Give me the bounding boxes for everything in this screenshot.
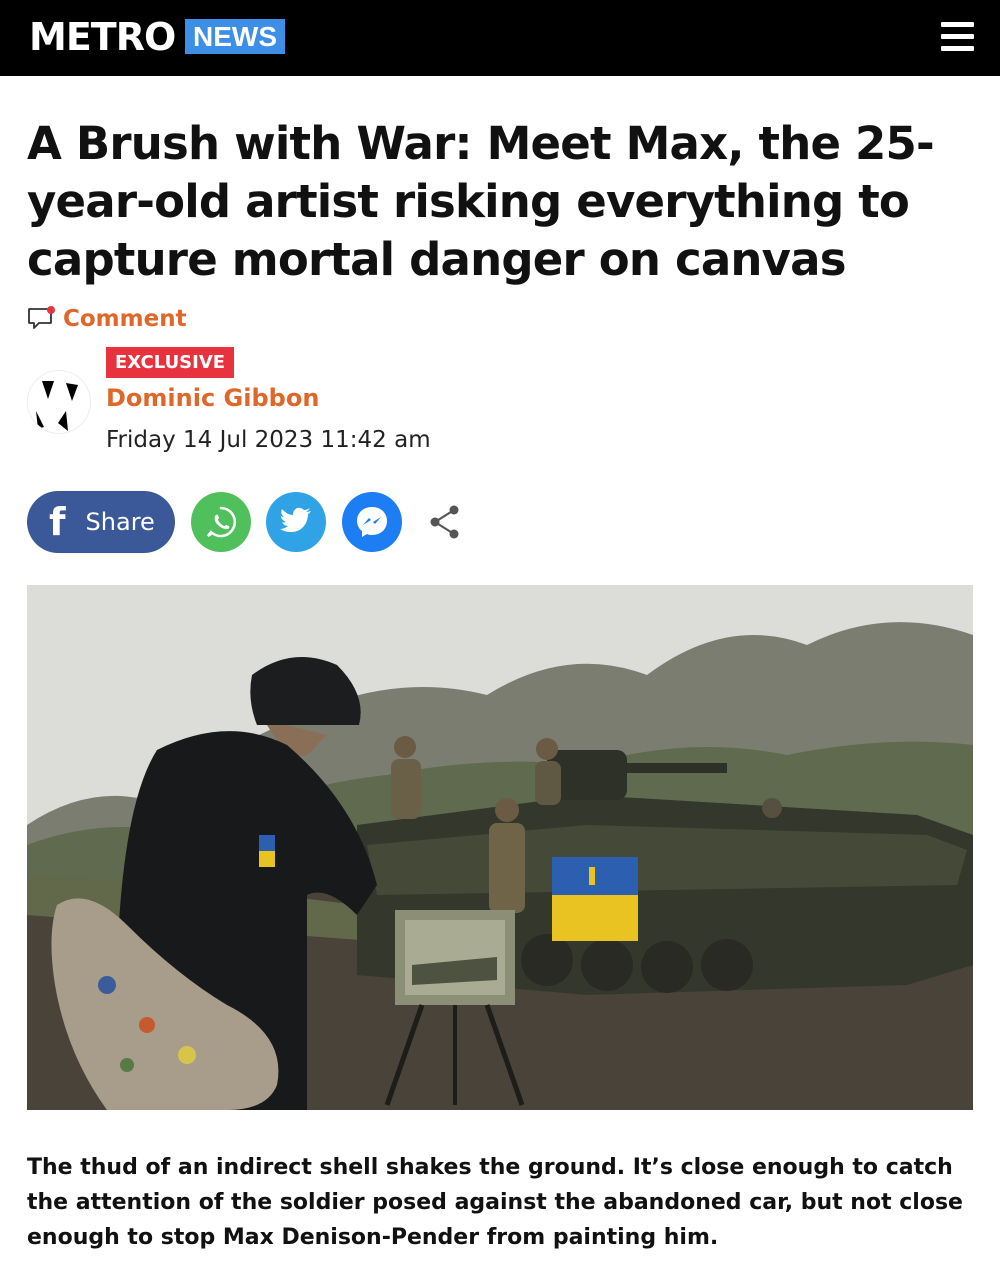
comment-label: Comment [63,306,187,332]
twitter-icon [280,507,311,532]
author-name[interactable]: Dominic Gibbon [106,384,319,412]
facebook-icon: f [49,500,66,544]
whatsapp-icon [206,506,237,538]
messenger-icon [357,507,387,537]
exclusive-badge: EXCLUSIVE [106,347,235,378]
metro-logo[interactable]: METRO [29,14,176,60]
facebook-share-label: Share [85,508,155,536]
messenger-share-button[interactable] [342,492,402,552]
author-avatar[interactable] [27,370,91,434]
section-badge-news[interactable]: NEWS [185,19,285,54]
comment-icon [28,306,55,329]
twitter-share-button[interactable] [266,492,326,552]
whatsapp-share-button[interactable] [191,492,251,552]
site-header: METRO NEWS [0,0,1000,76]
comment-link[interactable]: Comment [27,303,187,335]
metro-m-logo-icon [36,381,78,431]
article-lead-paragraph: The thud of an indirect shell shakes the… [27,1155,963,1250]
publish-date: Friday 14 Jul 2023 11:42 am [106,427,431,453]
hamburger-menu-icon[interactable] [941,20,975,54]
article-hero-image[interactable] [27,585,973,1110]
share-icon[interactable] [425,502,465,542]
article-headline: A Brush with War: Meet Max, the 25-year-… [27,117,935,286]
facebook-share-button[interactable]: f Share [27,491,175,553]
